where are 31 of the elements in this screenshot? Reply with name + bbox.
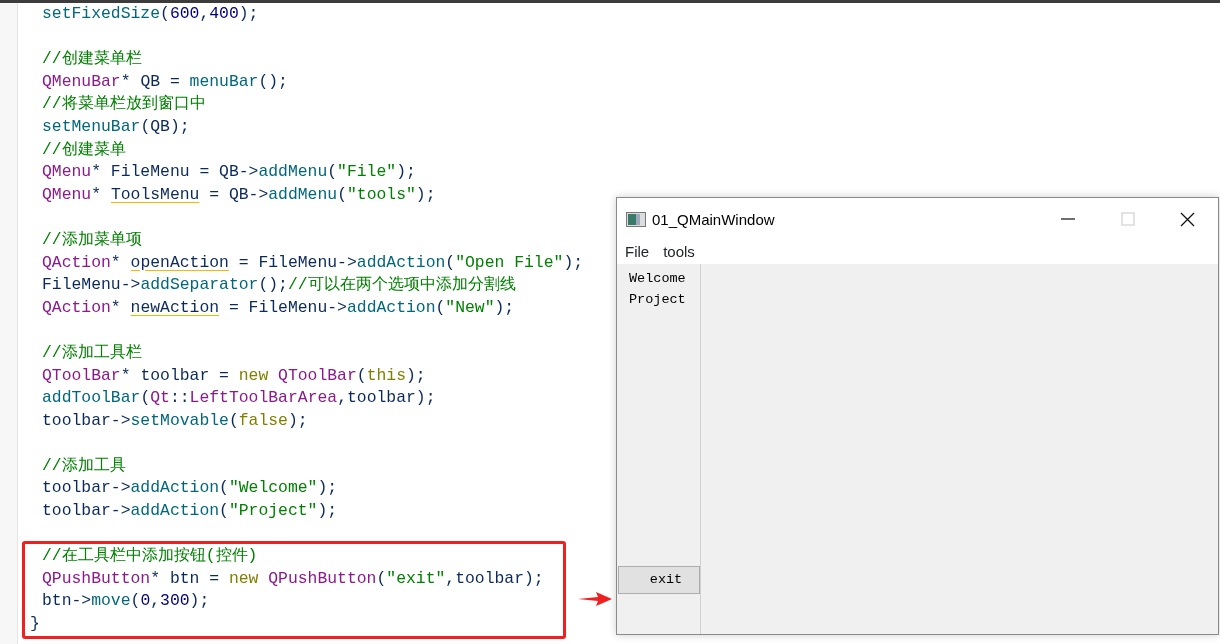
toolbar-action[interactable]: Welcome <box>617 268 700 289</box>
code-line: toolbar->addAction("Project"); <box>42 500 338 523</box>
menu-item[interactable]: File <box>625 240 650 264</box>
code-line: //在工具栏中添加按钮(控件) <box>42 545 258 568</box>
code-line: //创建菜单栏 <box>42 48 142 71</box>
code-line: setFixedSize(600,400); <box>42 3 259 25</box>
code-line: QToolBar* toolbar = new QToolBar(this); <box>42 364 426 387</box>
code-line: //创建菜单 <box>42 138 126 161</box>
code-line: toolbar->addAction("Welcome"); <box>42 477 338 500</box>
menu-item[interactable]: tools <box>663 240 695 264</box>
code-line: QMenu* ToolsMenu = QB->addMenu("tools"); <box>42 183 436 206</box>
code-line: QMenuBar* QB = menuBar(); <box>42 70 288 93</box>
app-icon <box>626 211 646 227</box>
code-line: QAction* openAction = FileMenu->addAction("Open File"); <box>42 251 584 274</box>
toolbar-action[interactable]: Project <box>617 289 700 310</box>
code-line: //添加工具 <box>42 454 126 477</box>
code-line: FileMenu->addSeparator();//可以在两个选项中添加分割线 <box>42 274 516 297</box>
code-line: setMenuBar(QB); <box>42 115 190 138</box>
code-line: } <box>30 613 40 636</box>
code-line: QMenu* FileMenu = QB->addMenu("File"); <box>42 161 416 184</box>
exit-button[interactable]: exit <box>618 566 700 594</box>
code-line: toolbar->setMovable(false); <box>42 409 308 432</box>
code-line: btn->move(0,300); <box>42 590 210 613</box>
code-line: QPushButton* btn = new QPushButton("exit",toolbar); <box>42 567 544 590</box>
code-line: //添加工具栏 <box>42 341 142 364</box>
code-line: addToolBar(Qt::LeftToolBarArea,toolbar); <box>42 387 436 410</box>
code-line: QAction* newAction = FileMenu->addAction("New"); <box>42 296 515 319</box>
code-line: //添加菜单项 <box>42 228 142 251</box>
close-icon[interactable] <box>1180 211 1196 227</box>
code-line: //将菜单栏放到窗口中 <box>42 93 206 116</box>
window-title: 01_QMainWindow <box>652 209 776 230</box>
